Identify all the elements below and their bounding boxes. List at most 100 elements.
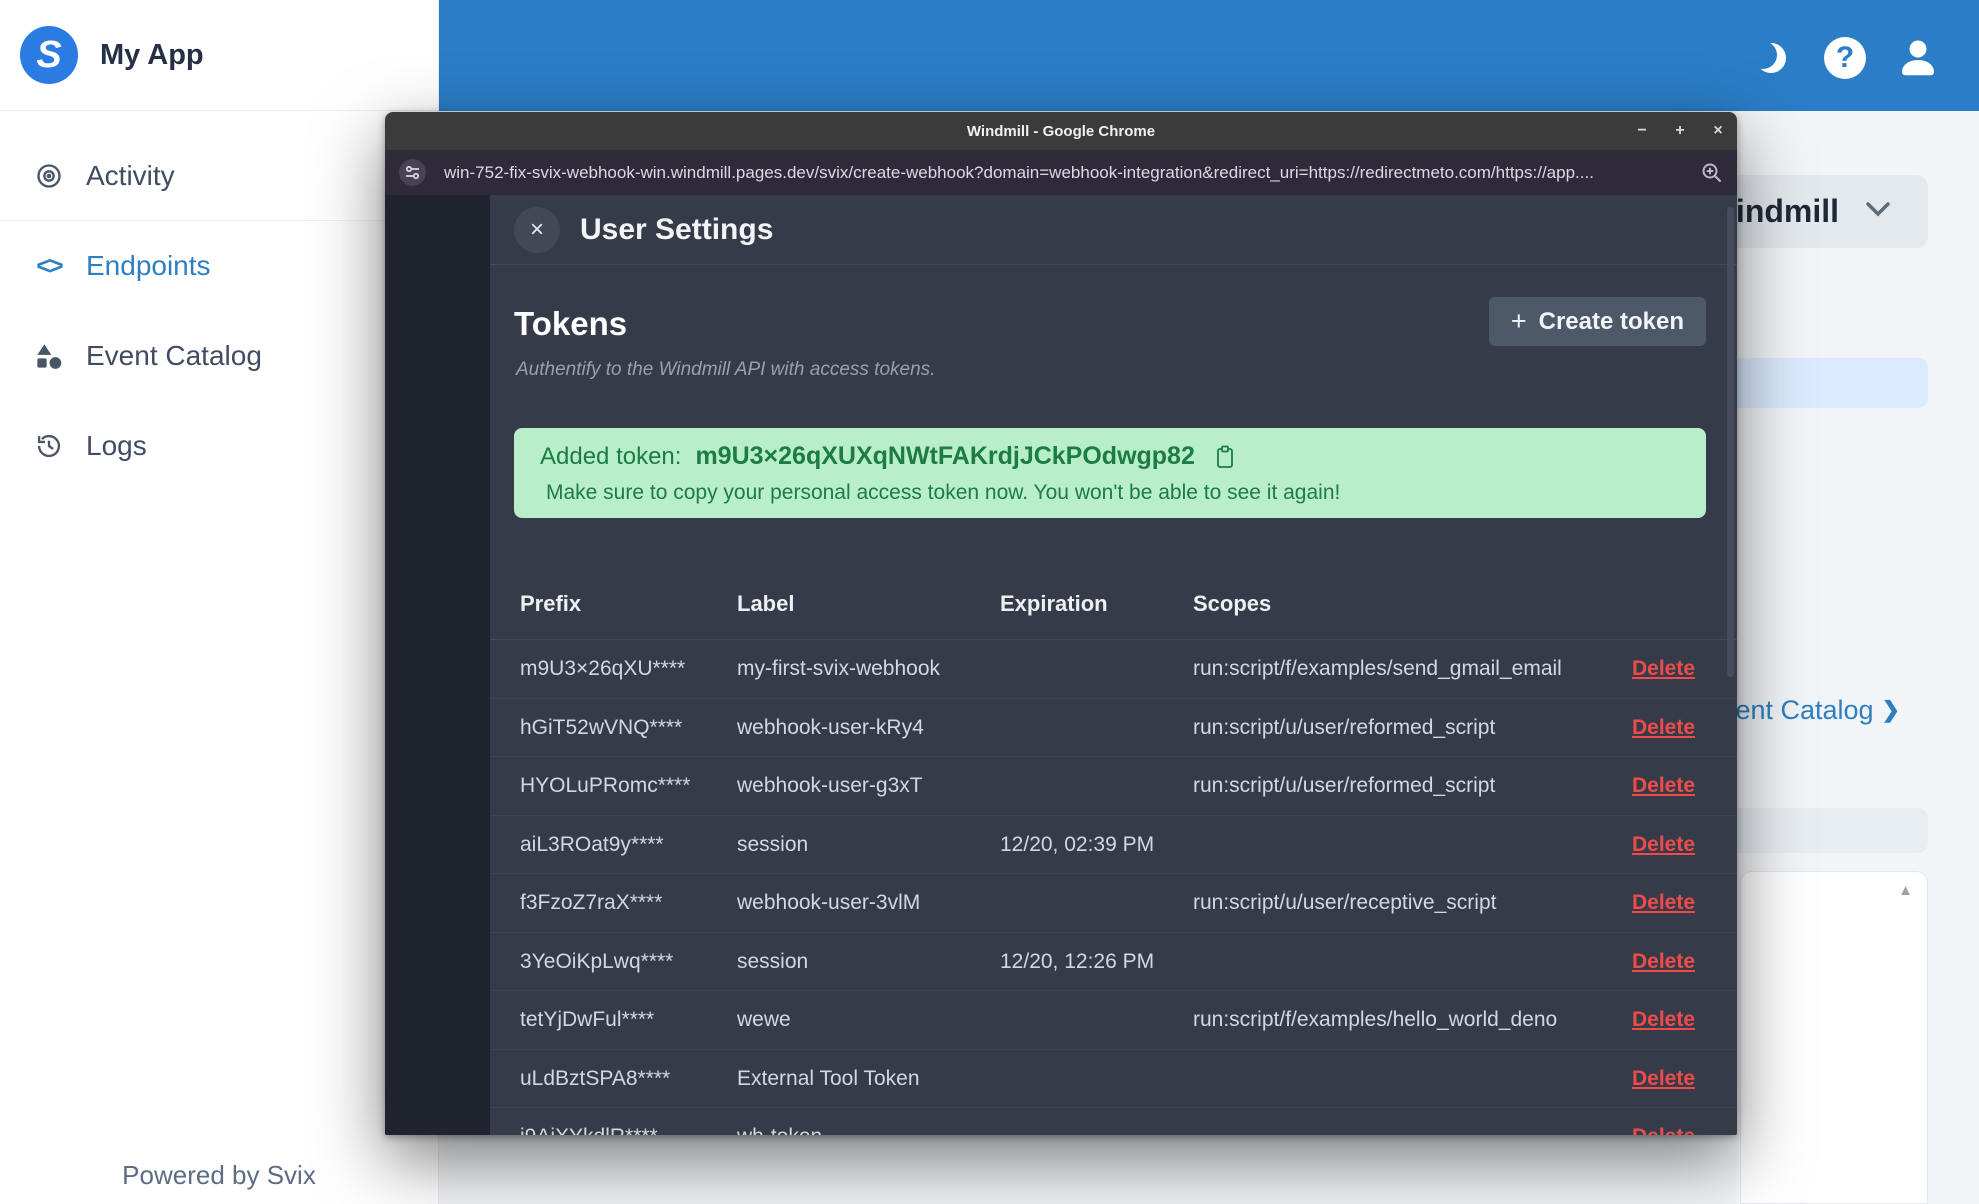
table-row: hGiT52wVNQ**** webhook-user-kRy4 run:scr… [490,699,1737,758]
site-settings-icon[interactable] [399,159,426,186]
address-bar[interactable]: win-752-fix-svix-webhook-win.windmill.pa… [385,150,1737,195]
user-profile-icon[interactable] [1897,36,1939,83]
scroll-up-arrow-icon[interactable]: ▲ [1898,882,1913,899]
token-expiration: 12/20, 12:26 PM [1000,949,1155,973]
tokens-table-header: Prefix Label Expiration Scopes [490,575,1737,640]
table-row: HYOLuPRomc**** webhook-user-g3xT run:scr… [490,757,1737,816]
tokens-table: Prefix Label Expiration Scopes m9U3×26qX… [490,575,1737,1135]
chrome-window: Windmill - Google Chrome − + × win-752-f… [385,112,1737,1135]
close-drawer-button[interactable]: × [514,207,560,253]
delete-token-link[interactable]: Delete [1632,816,1695,875]
delete-token-link[interactable]: Delete [1632,1108,1695,1135]
token-scopes: run:script/f/examples/send_gmail_email [1193,657,1562,680]
chevron-right-icon: ❯ [1881,697,1900,722]
maximize-button[interactable]: + [1669,122,1691,140]
header-expiration: Expiration [1000,591,1108,616]
close-window-button[interactable]: × [1707,122,1729,140]
minimize-button[interactable]: − [1631,122,1653,140]
header-scopes: Scopes [1193,591,1272,616]
delete-token-link[interactable]: Delete [1632,991,1695,1050]
token-scopes: run:script/u/user/reformed_script [1193,774,1496,797]
table-row: aiL3ROat9y**** session 12/20, 02:39 PM D… [490,816,1737,875]
token-label: External Tool Token [737,1066,920,1090]
chevron-down-icon [1865,201,1891,222]
shapes-icon [34,342,64,370]
url-text[interactable]: win-752-fix-svix-webhook-win.windmill.pa… [444,163,1683,183]
window-title: Windmill - Google Chrome [966,122,1156,140]
token-label: webhook-user-kRy4 [737,715,924,739]
sidebar-item-activity[interactable]: Activity [0,131,438,221]
history-clock-icon [34,432,64,460]
create-token-button[interactable]: + Create token [1488,297,1706,346]
help-icon[interactable]: ? [1824,37,1866,79]
table-row: i9AiXYkdlR**** wh-token Delete [490,1108,1737,1135]
window-titlebar[interactable]: Windmill - Google Chrome − + × [385,112,1737,150]
delete-token-link[interactable]: Delete [1632,933,1695,992]
delete-token-link[interactable]: Delete [1632,699,1695,758]
background-white-panel: ▲ [1740,871,1928,1204]
delete-token-link[interactable]: Delete [1632,874,1695,933]
svix-logo-icon: S [20,26,78,84]
token-table-body: m9U3×26qXU**** my-first-svix-webhook run… [490,640,1737,1135]
plus-icon: + [1510,306,1527,336]
token-warning-text: Make sure to copy your personal access t… [546,481,1341,504]
added-token-text: Added token: [540,442,682,470]
drawer-scrollbar[interactable] [1727,207,1734,677]
sidebar: S My App Activity <> Endpoints Event Cat… [0,0,439,1204]
token-prefix: aiL3ROat9y**** [520,832,664,856]
sidebar-item-label: Endpoints [86,250,211,281]
drawer-header: × User Settings [490,195,1737,265]
dark-mode-moon-icon[interactable] [1749,39,1790,82]
sidebar-item-label: Activity [86,159,175,191]
token-scopes: run:script/u/user/reformed_script [1193,715,1496,739]
copy-clipboard-icon[interactable] [1215,445,1235,469]
tokens-section-title: Tokens [514,305,628,342]
token-label: wh-token [737,1108,822,1135]
top-blue-bar: ? [439,0,1979,111]
table-row: m9U3×26qXU**** my-first-svix-webhook run… [490,640,1737,699]
token-label: webhook-user-g3xT [737,774,923,797]
sidebar-item-logs[interactable]: Logs [0,401,438,491]
delete-token-link[interactable]: Delete [1632,1050,1695,1109]
token-scopes: run:script/u/user/receptive_script [1193,891,1497,914]
token-expiration: 12/20, 02:39 PM [1000,832,1155,856]
token-label: wewe [737,1008,791,1031]
table-row: 3YeOiKpLwq**** session 12/20, 12:26 PM D… [490,933,1737,992]
sidebar-item-label: Logs [86,430,147,461]
token-label: session [737,949,809,973]
powered-by-link[interactable]: Powered by Svix [0,1160,438,1191]
token-prefix: i9AiXYkdlR**** [520,1108,658,1135]
sidebar-nav: Activity <> Endpoints Event Catalog Logs [0,111,438,491]
app-header: S My App [0,0,438,111]
sidebar-item-label: Event Catalog [86,340,262,371]
token-prefix: uLdBztSPA8**** [520,1066,671,1090]
token-prefix: f3FzoZ7raX**** [520,891,663,914]
delete-token-link[interactable]: Delete [1632,757,1695,816]
delete-token-link[interactable]: Delete [1632,640,1695,699]
token-label: session [737,832,809,856]
user-settings-drawer: × User Settings Tokens + Create token Au… [490,195,1737,1135]
page-content: × User Settings Tokens + Create token Au… [385,195,1737,1135]
added-token-banner: Added token: m9U3×26qXUXqNWtFAKrdjJCkPOd… [514,428,1706,518]
table-row: f3FzoZ7raX**** webhook-user-3vlM run:scr… [490,874,1737,933]
sidebar-item-event-catalog[interactable]: Event Catalog [0,311,438,401]
sidebar-item-endpoints[interactable]: <> Endpoints [0,221,438,311]
table-row: tetYjDwFul**** wewe run:script/f/example… [490,991,1737,1050]
create-token-label: Create token [1538,307,1684,335]
app-title: My App [100,38,204,71]
tokens-section-subtitle: Authentify to the Windmill API with acce… [516,359,936,380]
token-label: webhook-user-3vlM [737,891,921,914]
modal-backdrop[interactable] [385,195,490,1135]
activity-gauge-icon [34,162,64,190]
table-row: uLdBztSPA8**** External Tool Token Delet… [490,1050,1737,1109]
zoom-magnifier-icon[interactable] [1701,162,1723,184]
token-prefix: HYOLuPRomc**** [520,774,691,797]
drawer-title: User Settings [580,213,774,246]
header-prefix: Prefix [520,591,582,616]
token-prefix: m9U3×26qXU**** [520,657,686,680]
token-label: my-first-svix-webhook [737,657,941,680]
token-scopes: run:script/f/examples/hello_world_deno [1193,1008,1558,1031]
window-controls: − + × [1631,112,1729,150]
token-prefix: tetYjDwFul**** [520,1008,655,1031]
question-glyph: ? [1835,41,1855,74]
